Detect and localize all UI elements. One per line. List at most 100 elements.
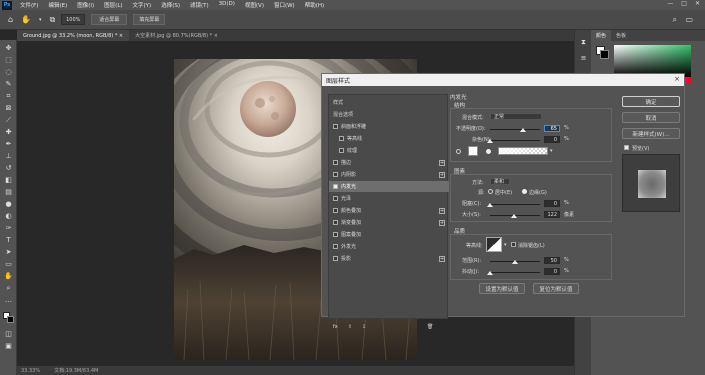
- scroll-all-windows-icon[interactable]: ⧉: [50, 15, 56, 25]
- background-color-swatch[interactable]: [7, 316, 14, 323]
- panel-background-swatch[interactable]: [600, 50, 609, 59]
- source-center-radio[interactable]: [488, 189, 493, 194]
- brush-tool-icon[interactable]: ✒: [4, 140, 13, 149]
- opacity-slider-knob[interactable]: [519, 128, 526, 132]
- cancel-button[interactable]: 取消: [622, 112, 680, 123]
- tab-sky-material[interactable]: 大空素材.jpg @ 80.7%(RGB/8) * ×: [129, 30, 224, 41]
- maximize-button[interactable]: □: [681, 0, 687, 7]
- add-style-plus-icon[interactable]: +: [439, 207, 445, 214]
- noise-input[interactable]: 0: [544, 136, 560, 143]
- healing-brush-icon[interactable]: ✚: [4, 128, 13, 137]
- dodge-tool-icon[interactable]: ◐: [4, 212, 13, 221]
- range-slider-knob[interactable]: [512, 260, 518, 264]
- contour-dropdown-icon[interactable]: ▾: [504, 242, 507, 248]
- jitter-input[interactable]: 0: [544, 268, 560, 275]
- menu-item[interactable]: 帮助(H): [300, 1, 329, 9]
- style-checkbox[interactable]: [333, 208, 338, 213]
- menu-item[interactable]: 图像(I): [72, 1, 99, 9]
- close-button[interactable]: ✕: [695, 0, 700, 7]
- style-checkbox[interactable]: [333, 244, 338, 249]
- style-checkbox[interactable]: [333, 196, 338, 201]
- gradient-dropdown-icon[interactable]: ▾: [550, 148, 553, 154]
- minimize-button[interactable]: —: [667, 0, 673, 7]
- size-input[interactable]: 122: [544, 211, 560, 218]
- style-item[interactable]: 斜面和浮雕: [329, 121, 449, 132]
- size-slider-knob[interactable]: [511, 214, 517, 218]
- dialog-close-button[interactable]: ×: [674, 75, 680, 83]
- menu-item[interactable]: 窗口(W): [269, 1, 300, 9]
- add-style-plus-icon[interactable]: +: [439, 255, 445, 262]
- menu-item[interactable]: 编辑(E): [43, 1, 72, 9]
- history-panel-icon[interactable]: ⧗: [579, 38, 588, 47]
- lasso-tool-icon[interactable]: ◌: [4, 68, 13, 77]
- preview-checkbox[interactable]: [624, 145, 629, 150]
- style-item[interactable]: 内发光: [329, 181, 449, 192]
- glow-color-swatch[interactable]: [468, 146, 478, 156]
- workspace-icon[interactable]: ▭: [685, 15, 693, 24]
- ok-button[interactable]: 确定: [622, 96, 680, 107]
- crop-tool-icon[interactable]: ⌗: [4, 92, 13, 101]
- fit-screen-button[interactable]: 适合屏幕: [91, 14, 128, 25]
- gradient-preview[interactable]: [498, 147, 548, 155]
- menu-item[interactable]: 图层(L): [99, 1, 127, 9]
- gradient-radio[interactable]: [486, 149, 491, 154]
- menu-item[interactable]: 滤镜(T): [185, 1, 214, 9]
- menu-item[interactable]: 3D(D): [214, 1, 240, 9]
- history-brush-icon[interactable]: ↺: [4, 164, 13, 173]
- style-item[interactable]: 外发光: [329, 241, 449, 252]
- eyedropper-tool-icon[interactable]: ⟋: [4, 116, 13, 125]
- source-center-label[interactable]: 居中(E): [495, 189, 512, 196]
- style-checkbox[interactable]: [333, 160, 338, 165]
- quick-select-tool-icon[interactable]: ✎: [4, 80, 13, 89]
- style-item[interactable]: 投影 +: [329, 253, 449, 264]
- style-item[interactable]: 颜色叠加 +: [329, 205, 449, 216]
- style-item[interactable]: 内阴影 +: [329, 169, 449, 180]
- more-tools-icon[interactable]: …: [4, 296, 13, 305]
- jitter-slider[interactable]: [490, 272, 540, 273]
- add-style-plus-icon[interactable]: +: [439, 219, 445, 226]
- range-input[interactable]: 50: [544, 257, 560, 264]
- new-style-button[interactable]: 新建样式(W)...: [622, 128, 680, 139]
- source-edge-label[interactable]: 边缘(G): [529, 189, 547, 196]
- add-style-plus-icon[interactable]: +: [439, 159, 445, 166]
- add-style-plus-icon[interactable]: +: [439, 171, 445, 178]
- zoom-tool-icon[interactable]: ⌕: [4, 284, 13, 293]
- blur-tool-icon[interactable]: ●: [4, 200, 13, 209]
- set-default-button[interactable]: 设置为默认值: [479, 283, 525, 294]
- noise-slider-knob[interactable]: [487, 139, 493, 143]
- noise-slider[interactable]: [490, 140, 540, 141]
- fx-icon[interactable]: fx: [333, 324, 338, 330]
- tool-preset-chevron-icon[interactable]: ▾: [39, 17, 42, 23]
- style-checkbox[interactable]: [333, 124, 338, 129]
- opacity-slider[interactable]: [490, 129, 540, 130]
- frame-tool-icon[interactable]: ⊠: [4, 104, 13, 113]
- style-checkbox[interactable]: [333, 184, 338, 189]
- preview-label[interactable]: 预览(V): [632, 145, 649, 152]
- shape-tool-icon[interactable]: ▭: [4, 260, 13, 269]
- style-checkbox[interactable]: [333, 232, 338, 237]
- style-item[interactable]: 描边 +: [329, 157, 449, 168]
- menu-item[interactable]: 文字(Y): [128, 1, 157, 9]
- menu-item[interactable]: 视图(V): [240, 1, 269, 9]
- choke-slider[interactable]: [490, 204, 540, 205]
- style-item[interactable]: 纹理: [329, 145, 449, 156]
- choke-slider-knob[interactable]: [487, 203, 493, 207]
- style-checkbox[interactable]: [333, 172, 338, 177]
- menu-item[interactable]: 文件(F): [15, 1, 43, 9]
- gradient-tool-icon[interactable]: ▤: [4, 188, 13, 197]
- trash-icon[interactable]: 🗑: [427, 324, 433, 330]
- blend-options-item[interactable]: 混合选项: [329, 109, 449, 120]
- styles-header[interactable]: 样式: [329, 97, 449, 108]
- blend-mode-select[interactable]: 正常: [490, 113, 542, 120]
- reset-default-button[interactable]: 复位为默认值: [533, 283, 579, 294]
- marquee-tool-icon[interactable]: ⬚: [4, 56, 13, 65]
- fill-screen-button[interactable]: 填充屏幕: [133, 14, 166, 25]
- home-icon[interactable]: ⌂: [8, 15, 13, 24]
- menu-item[interactable]: 选择(S): [156, 1, 185, 9]
- tab-ground[interactable]: Ground.jpg @ 33.2% (moon, RGB/8) * ×: [17, 30, 130, 41]
- antialias-checkbox[interactable]: [511, 242, 516, 247]
- opacity-input[interactable]: 65: [544, 125, 560, 132]
- style-item[interactable]: 渐变叠加 +: [329, 217, 449, 228]
- style-item[interactable]: 图案叠加: [329, 229, 449, 240]
- style-checkbox[interactable]: [333, 220, 338, 225]
